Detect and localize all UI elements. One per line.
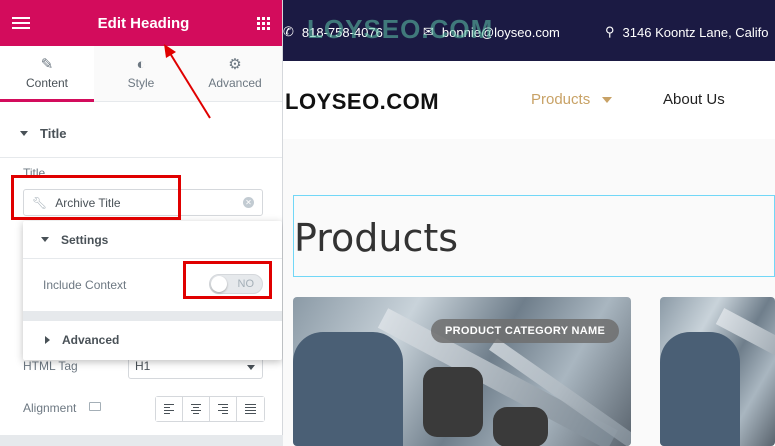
align-center-button[interactable] — [183, 397, 210, 421]
wrench-icon: 🔧︎ — [32, 195, 48, 210]
pencil-icon: ✎ — [40, 56, 54, 73]
product-category-card[interactable] — [660, 297, 775, 446]
topbar-address-text: 3146 Koontz Lane, Califo — [622, 24, 769, 40]
site-logo[interactable]: LOYSEO.COM — [285, 89, 439, 115]
tab-advanced[interactable]: ⚙ Advanced — [188, 46, 282, 101]
chevron-down-icon — [247, 365, 255, 370]
nav-item-products[interactable]: Products — [531, 91, 590, 108]
gear-icon: ⚙ — [228, 56, 242, 73]
panel-title: Edit Heading — [97, 14, 190, 32]
widgets-grid-icon[interactable] — [256, 16, 270, 30]
align-right-button[interactable] — [210, 397, 237, 421]
phone-icon: ✆ — [283, 24, 294, 39]
menu-icon[interactable] — [12, 17, 30, 29]
product-category-badge: PRODUCT CATEGORY NAME — [431, 319, 620, 343]
popover-settings-label: Settings — [61, 232, 109, 247]
popover-advanced-label: Advanced — [62, 333, 120, 347]
html-tag-value: H1 — [135, 359, 151, 373]
site-header: LOYSEO.COM Products About Us — [283, 61, 775, 139]
section-title-label: Title — [40, 126, 67, 141]
nav-item-about-us[interactable]: About Us — [663, 91, 725, 108]
popover-settings-header[interactable]: Settings — [23, 221, 282, 259]
panel-header: Edit Heading — [0, 0, 282, 46]
toggle-state-text: NO — [237, 278, 255, 290]
tab-content-label: Content — [25, 76, 69, 90]
include-context-label: Include Context — [43, 278, 127, 292]
tab-style[interactable]: ◐ Style — [94, 46, 188, 101]
popover-divider — [23, 311, 282, 321]
caret-down-icon — [20, 131, 28, 136]
align-left-button[interactable] — [156, 397, 183, 421]
contrast-icon: ◐ — [136, 56, 146, 73]
tab-style-label: Style — [127, 76, 155, 90]
caret-down-icon — [41, 237, 49, 242]
chevron-down-icon[interactable] — [602, 97, 612, 103]
caret-right-icon — [45, 336, 50, 344]
desktop-icon[interactable] — [89, 402, 101, 411]
tab-advanced-label: Advanced — [208, 76, 262, 90]
toggle-knob — [211, 276, 227, 292]
panel-section-divider — [0, 435, 283, 446]
include-context-row: Include Context NO — [23, 259, 282, 311]
alignment-control — [155, 396, 265, 422]
title-dynamic-field[interactable]: 🔧︎ Archive Title ✕ — [23, 189, 263, 216]
map-pin-icon: ⚲ — [605, 24, 615, 39]
watermark: LOYSEO.COM — [307, 14, 494, 44]
panel-tabs: ✎ Content ◐ Style ⚙ Advanced — [0, 46, 282, 102]
section-title-toggle[interactable]: Title — [0, 110, 282, 158]
title-field-value: Archive Title — [55, 195, 121, 210]
clear-icon[interactable]: ✕ — [243, 197, 254, 208]
tab-content[interactable]: ✎ Content — [0, 46, 94, 102]
alignment-label: Alignment — [23, 401, 77, 415]
topbar-address[interactable]: ⚲ 3146 Koontz Lane, Califo — [605, 24, 769, 40]
popover-advanced-header[interactable]: Advanced — [23, 321, 282, 359]
include-context-toggle[interactable]: NO — [209, 274, 263, 294]
html-tag-label: HTML Tag — [23, 359, 78, 373]
title-field-label: Title — [23, 166, 46, 180]
dynamic-tag-settings-popover: Settings Include Context NO Advanced — [23, 221, 282, 360]
page-title[interactable]: Products — [294, 216, 458, 260]
align-justify-button[interactable] — [237, 397, 264, 421]
